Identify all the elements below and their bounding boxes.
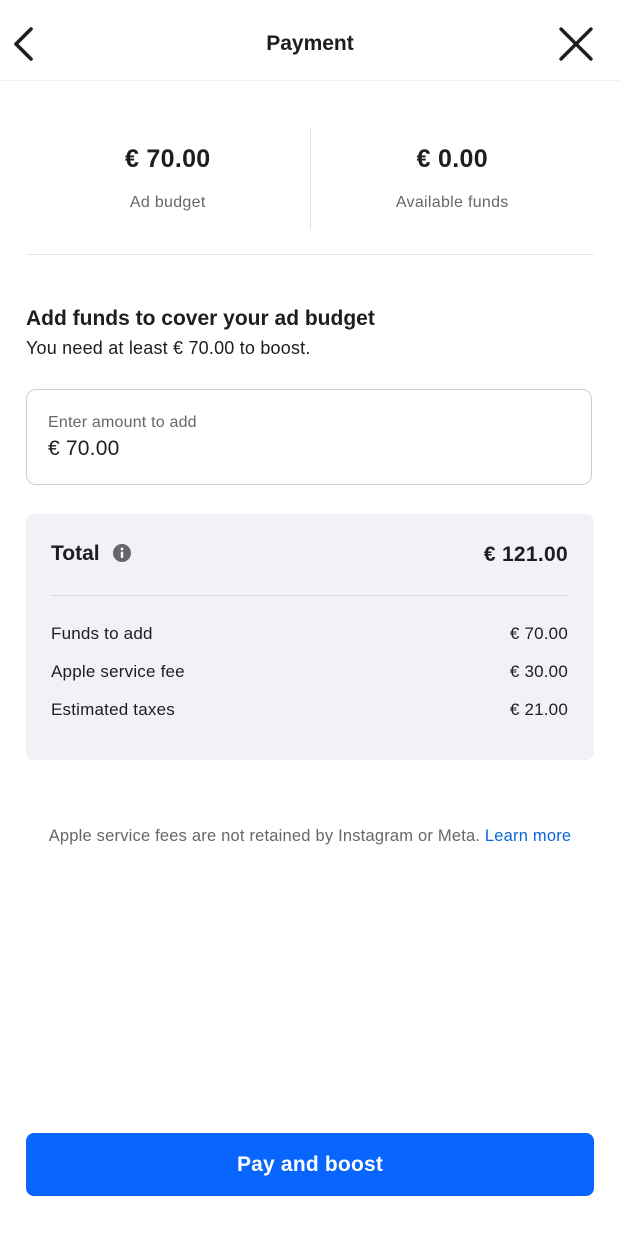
top-bar: Payment <box>0 0 620 81</box>
line-item-label: Funds to add <box>51 624 153 643</box>
available-funds-label: Available funds <box>395 194 509 211</box>
section-divider <box>26 254 594 255</box>
amount-input-value[interactable]: € 70.00 <box>48 437 119 461</box>
budget-summary: € 70.00 Ad budget € 0.00 Available funds <box>26 128 594 230</box>
available-funds-summary: € 0.00 Available funds <box>311 128 595 230</box>
amount-input-label: Enter amount to add <box>48 414 197 431</box>
page-title: Payment <box>266 32 354 55</box>
line-item-value: € 30.00 <box>509 662 568 681</box>
ad-budget-amount: € 70.00 <box>124 145 211 173</box>
total-label: Total <box>51 542 100 565</box>
total-value: € 121.00 <box>483 543 568 566</box>
pay-and-boost-button[interactable]: Pay and boost <box>26 1133 594 1196</box>
ad-budget-summary: € 70.00 Ad budget <box>26 128 310 230</box>
available-funds-amount: € 0.00 <box>416 145 488 173</box>
line-item-apple-service-fee: Apple service fee € 30.00 <box>51 662 568 686</box>
add-funds-subtitle: You need at least € 70.00 to boost. <box>26 338 311 358</box>
add-funds-title: Add funds to cover your ad budget <box>26 307 375 330</box>
close-icon <box>559 27 593 61</box>
fee-disclaimer: Apple service fees are not retained by I… <box>30 826 590 847</box>
info-glyph-icon <box>120 547 124 558</box>
line-item-label: Estimated taxes <box>51 700 175 719</box>
total-divider <box>51 595 568 596</box>
amount-input-field[interactable]: Enter amount to add € 70.00 <box>26 389 592 485</box>
disclaimer-text: Apple service fees are not retained by I… <box>48 827 485 845</box>
ad-budget-label: Ad budget <box>129 194 206 211</box>
close-button[interactable] <box>552 20 600 68</box>
info-icon[interactable] <box>113 544 131 562</box>
line-item-label: Apple service fee <box>51 662 185 681</box>
total-breakdown-card: Total € 121.00 Funds to add € 70.00 Appl… <box>26 514 594 760</box>
learn-more-link[interactable]: Learn more <box>485 827 571 845</box>
line-item-estimated-taxes: Estimated taxes € 21.00 <box>51 700 568 724</box>
line-item-funds-to-add: Funds to add € 70.00 <box>51 624 568 648</box>
line-item-value: € 70.00 <box>509 624 568 643</box>
line-item-value: € 21.00 <box>509 700 568 719</box>
